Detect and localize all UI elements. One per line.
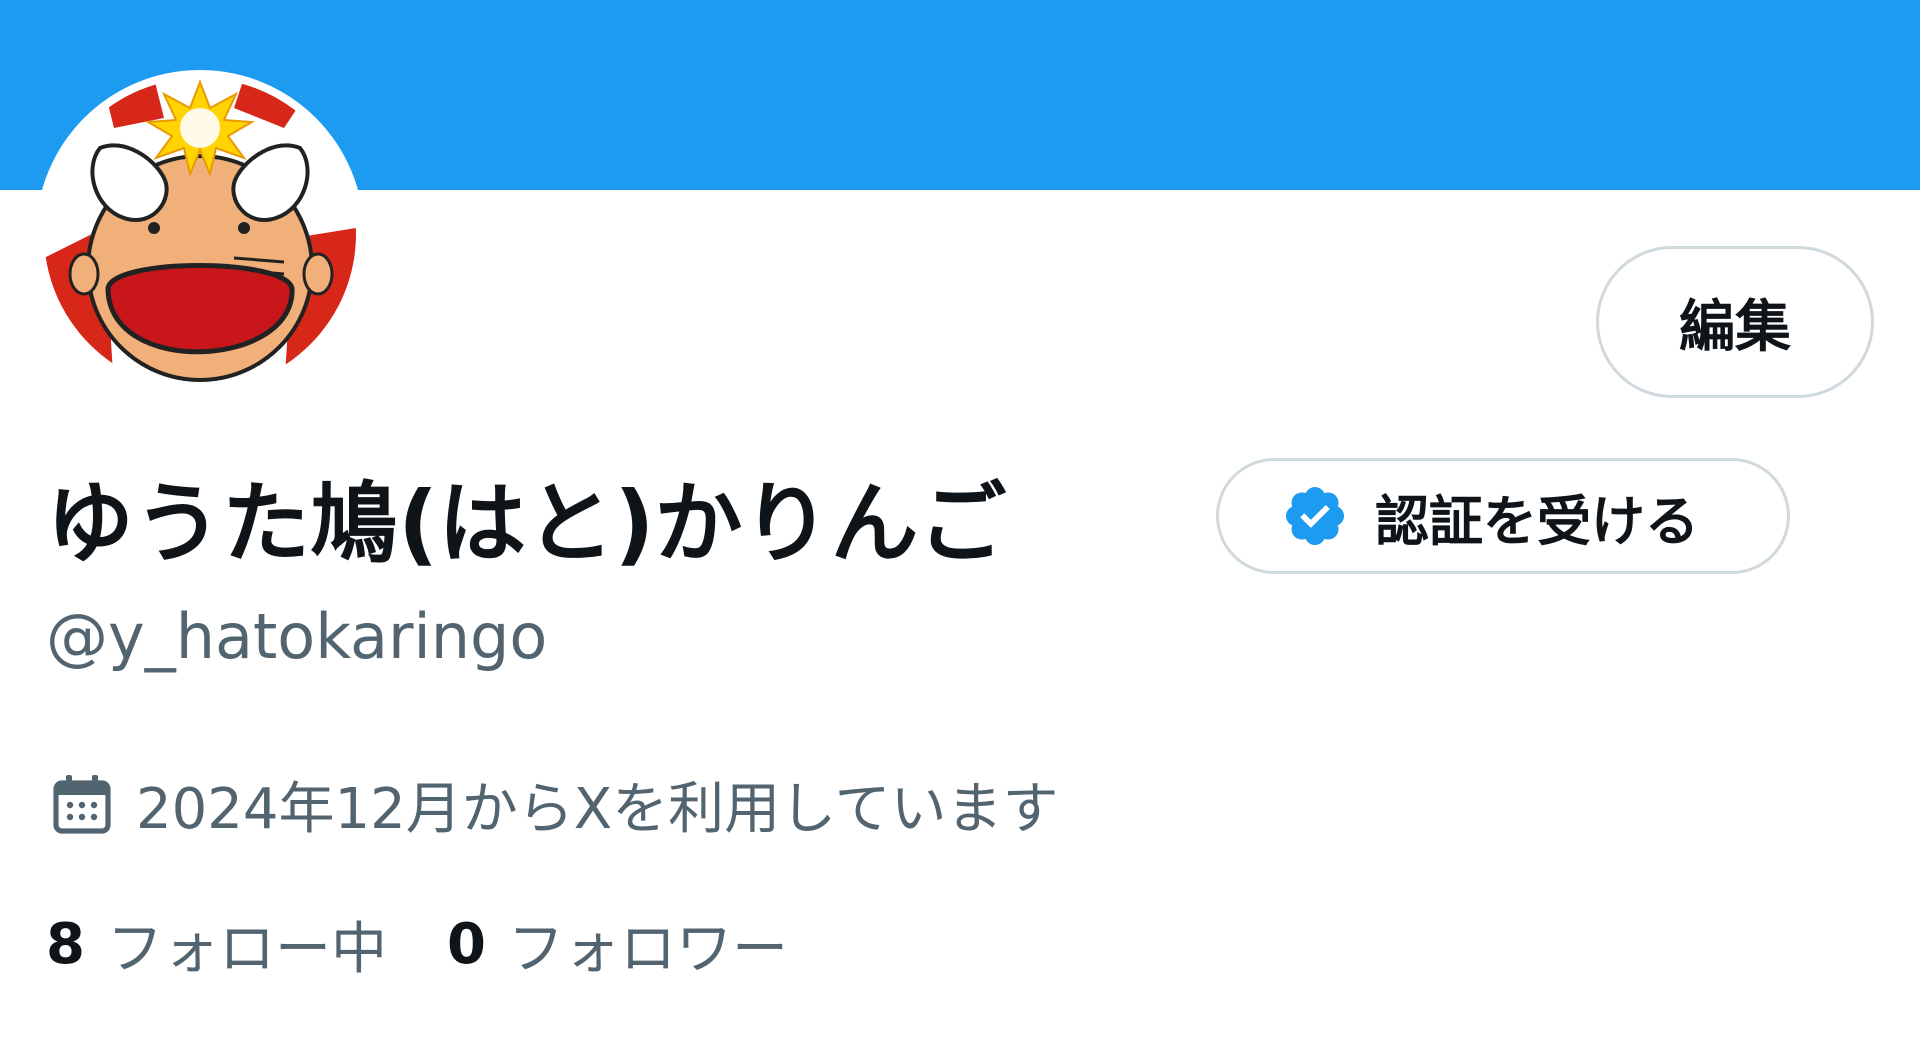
- username-handle: @y_hatokaringo: [46, 600, 548, 673]
- follow-stats: 8 フォロー中 0 フォロワー: [46, 906, 788, 982]
- join-date: 2024年12月からXを利用しています: [52, 766, 1058, 842]
- following-count: 8: [46, 911, 85, 977]
- verified-badge-icon: [1281, 482, 1349, 550]
- avatar-illustration-icon: [44, 78, 356, 390]
- following-link[interactable]: 8 フォロー中: [46, 904, 387, 985]
- display-name: ゆうた鳩(はと)かりんご: [46, 471, 1007, 575]
- join-date-text: 2024年12月からXを利用しています: [136, 776, 1059, 842]
- followers-link[interactable]: 0 フォロワー: [447, 904, 788, 985]
- profile-avatar[interactable]: [36, 70, 364, 398]
- get-verified-button[interactable]: 認証を受ける: [1216, 458, 1790, 574]
- profile-page: 編集 ゆうた鳩(はと)かりんご 認証を受ける @y_hatokaringo 20…: [0, 0, 1920, 1061]
- get-verified-label: 認証を受ける: [1375, 489, 1699, 553]
- followers-count: 0: [446, 911, 486, 977]
- calendar-icon: [52, 773, 112, 835]
- following-label: フォロー中: [106, 916, 387, 982]
- edit-profile-button[interactable]: 編集: [1596, 246, 1874, 398]
- followers-label: フォロワー: [507, 916, 788, 982]
